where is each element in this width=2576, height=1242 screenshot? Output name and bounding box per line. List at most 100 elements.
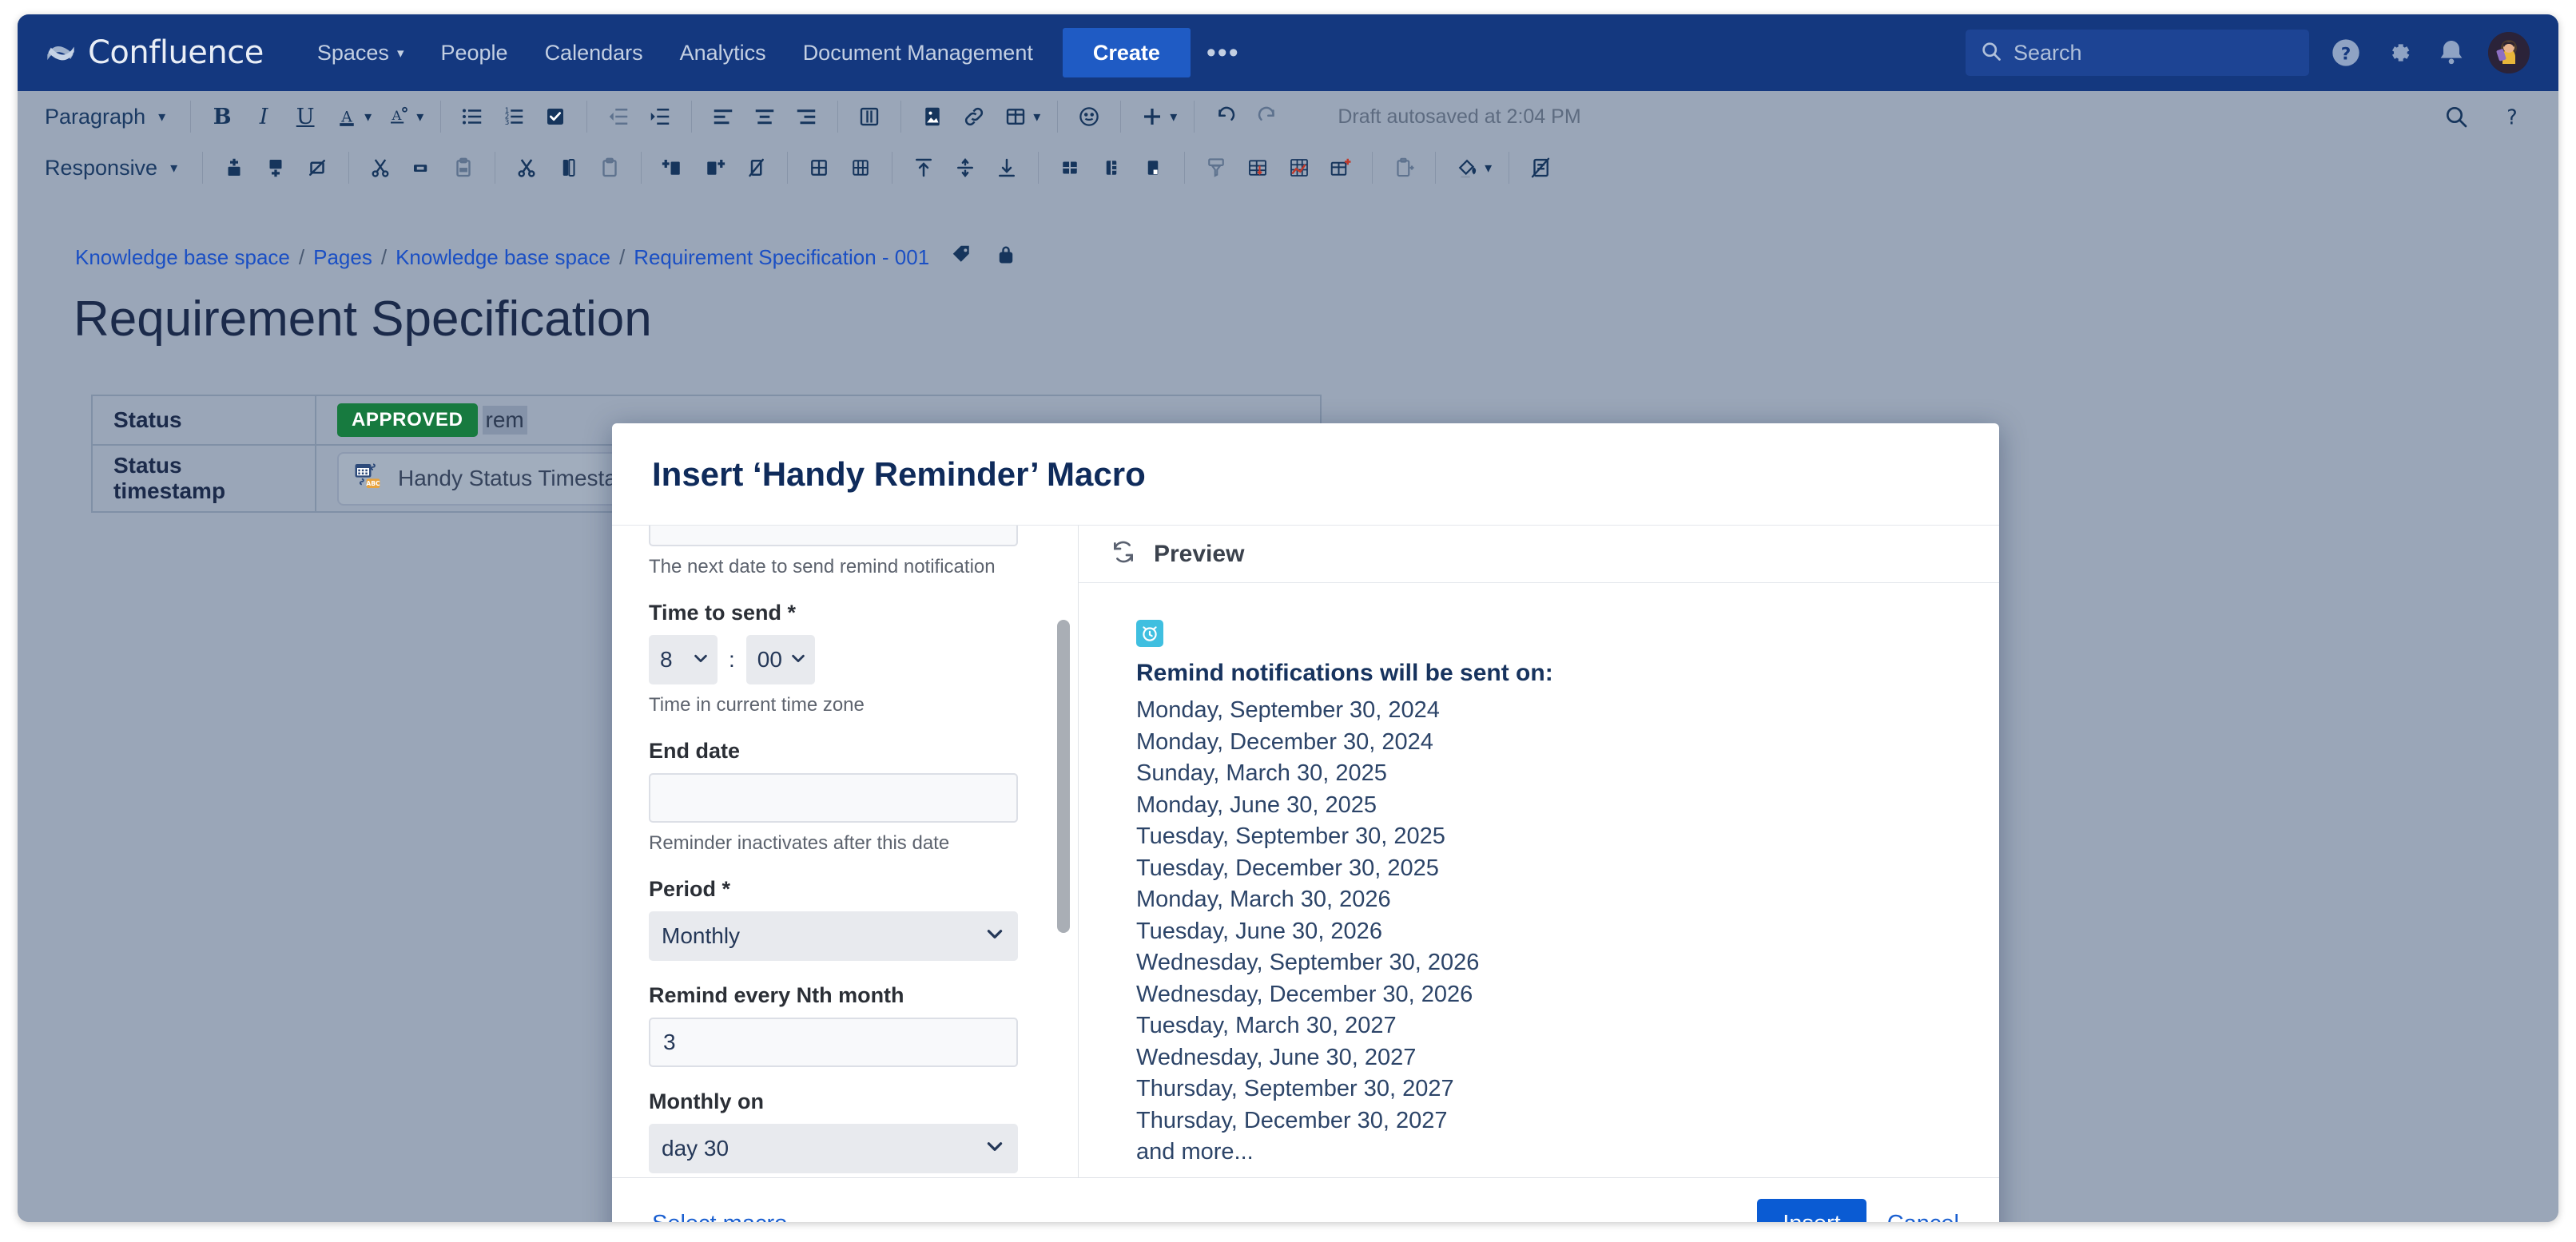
table-chart-icon[interactable]: [1280, 149, 1318, 187]
table-filter-icon[interactable]: [1197, 149, 1235, 187]
nav-item-calendars[interactable]: Calendars: [527, 14, 662, 91]
select-macro-link[interactable]: Select macro: [652, 1211, 787, 1222]
align-bottom-icon[interactable]: [988, 149, 1026, 187]
time-hour-select[interactable]: 8: [649, 635, 718, 684]
bold-icon[interactable]: B: [203, 97, 241, 136]
find-replace-icon[interactable]: [2437, 97, 2475, 136]
insert-column-left-icon[interactable]: [654, 149, 692, 187]
monthly-on-select[interactable]: day 30: [649, 1124, 1018, 1173]
search-input[interactable]: Search: [1966, 30, 2309, 76]
paste-icon[interactable]: [444, 149, 483, 187]
refresh-icon[interactable]: [1111, 539, 1136, 569]
insert-row-below-icon[interactable]: [256, 149, 295, 187]
chevron-down-icon: [789, 647, 807, 673]
insert-column-right-icon[interactable]: [695, 149, 733, 187]
time-to-send-field-group: Time to send * 8 : 00 Time in current ti…: [649, 601, 1042, 716]
dialog-title: Insert ‘Handy Reminder’ Macro: [652, 454, 1146, 493]
nav-item-spaces[interactable]: Spaces ▾: [299, 14, 423, 91]
align-left-icon[interactable]: [704, 97, 742, 136]
undo-icon[interactable]: [1207, 97, 1245, 136]
editor-help-icon[interactable]: ?: [2493, 97, 2531, 136]
page-layout-icon[interactable]: [850, 97, 888, 136]
nav-item-people[interactable]: People: [422, 14, 526, 91]
copy-cell-icon[interactable]: [549, 149, 587, 187]
underline-icon[interactable]: U: [286, 97, 324, 136]
nav-item-document-management[interactable]: Document Management: [785, 14, 1051, 91]
table-layout-icon[interactable]: [1051, 149, 1089, 187]
form-scrollbar[interactable]: [1054, 526, 1071, 1177]
align-center-icon[interactable]: [745, 97, 784, 136]
cell-background-icon[interactable]: [1448, 149, 1486, 187]
copy-icon[interactable]: [403, 149, 441, 187]
nav-item-analytics[interactable]: Analytics: [662, 14, 785, 91]
insert-button[interactable]: Insert: [1757, 1199, 1866, 1222]
confluence-brand[interactable]: Confluence: [45, 34, 264, 71]
end-date-input[interactable]: [649, 773, 1018, 823]
indent-icon[interactable]: [641, 97, 679, 136]
insert-image-icon[interactable]: [913, 97, 952, 136]
cut-cell-icon[interactable]: [507, 149, 546, 187]
insert-link-icon[interactable]: [955, 97, 993, 136]
table-header-row-icon[interactable]: [1134, 149, 1172, 187]
align-top-icon[interactable]: [904, 149, 943, 187]
help-icon[interactable]: ?: [2330, 37, 2362, 69]
editor-toolbar-row-2: Responsive ▾ ▾: [18, 142, 2558, 193]
split-cell-icon[interactable]: [841, 149, 880, 187]
chevron-down-icon[interactable]: ▾: [1033, 109, 1040, 125]
paragraph-style-dropdown[interactable]: Paragraph ▾: [40, 105, 178, 129]
time-to-send-row: 8 : 00: [649, 635, 1042, 684]
brand-name: Confluence: [88, 34, 264, 71]
screenshot-root: Confluence Spaces ▾ People Calendars Ana…: [0, 0, 2576, 1242]
paste-cell-icon[interactable]: [590, 149, 629, 187]
outdent-icon[interactable]: [599, 97, 638, 136]
align-middle-icon[interactable]: [946, 149, 984, 187]
time-minute-select[interactable]: 00: [745, 635, 815, 684]
nth-month-input[interactable]: 3: [649, 1018, 1018, 1067]
next-date-input[interactable]: [649, 526, 1018, 546]
delete-column-icon[interactable]: [737, 149, 775, 187]
time-to-send-label: Time to send *: [649, 601, 797, 625]
end-date-field-group: End date Reminder inactivates after this…: [649, 739, 1042, 855]
table-new-icon[interactable]: [1322, 149, 1360, 187]
dialog-footer-actions: Insert Cancel: [1757, 1199, 1959, 1222]
merge-cells-icon[interactable]: [800, 149, 838, 187]
cut-icon[interactable]: [361, 149, 400, 187]
italic-icon[interactable]: I: [244, 97, 283, 136]
table-sort-icon[interactable]: [1238, 149, 1277, 187]
user-avatar[interactable]: [2488, 32, 2530, 73]
task-list-icon[interactable]: [536, 97, 574, 136]
redo-icon[interactable]: [1248, 97, 1286, 136]
emoji-icon[interactable]: [1070, 97, 1108, 136]
reminder-date: Thursday, September 30, 2027: [1136, 1076, 1454, 1101]
text-color-icon[interactable]: A: [328, 97, 366, 136]
chevron-down-icon[interactable]: ▾: [416, 109, 423, 125]
settings-gear-icon[interactable]: [2383, 37, 2415, 69]
delete-row-icon[interactable]: [298, 149, 336, 187]
insert-macro-dialog: Insert ‘Handy Reminder’ Macro The next d…: [612, 423, 1999, 1222]
nav-item-calendars-label: Calendars: [544, 40, 643, 65]
insert-table-icon[interactable]: [996, 97, 1035, 136]
form-scrollbar-thumb[interactable]: [1057, 620, 1070, 933]
create-button[interactable]: Create: [1062, 28, 1191, 77]
chevron-down-icon[interactable]: ▾: [1485, 160, 1492, 177]
table-copy-icon[interactable]: [1385, 149, 1423, 187]
more-options-button[interactable]: •••: [1191, 14, 1256, 91]
chevron-down-icon[interactable]: ▾: [364, 109, 372, 125]
numbered-list-icon[interactable]: 123: [495, 97, 533, 136]
text-highlight-icon[interactable]: A: [380, 97, 418, 136]
responsive-layout-dropdown[interactable]: Responsive ▾: [40, 156, 190, 181]
insert-row-above-icon[interactable]: [215, 149, 253, 187]
table-header-column-icon[interactable]: [1092, 149, 1131, 187]
macro-form-panel: The next date to send remind notificatio…: [612, 526, 1079, 1177]
notification-bell-icon[interactable]: [2435, 37, 2467, 69]
reminder-date: Wednesday, December 30, 2026: [1136, 981, 1473, 1007]
period-select[interactable]: Monthly: [649, 911, 1018, 961]
monthly-on-field-group: Monthly on day 30: [649, 1089, 1042, 1173]
align-right-icon[interactable]: [787, 97, 825, 136]
clear-formatting-icon[interactable]: [1521, 149, 1560, 187]
responsive-layout-label: Responsive: [45, 155, 158, 180]
cancel-button[interactable]: Cancel: [1887, 1211, 1959, 1222]
bullet-list-icon[interactable]: [453, 97, 491, 136]
insert-more-icon[interactable]: [1133, 97, 1171, 136]
chevron-down-icon[interactable]: ▾: [1170, 109, 1177, 125]
